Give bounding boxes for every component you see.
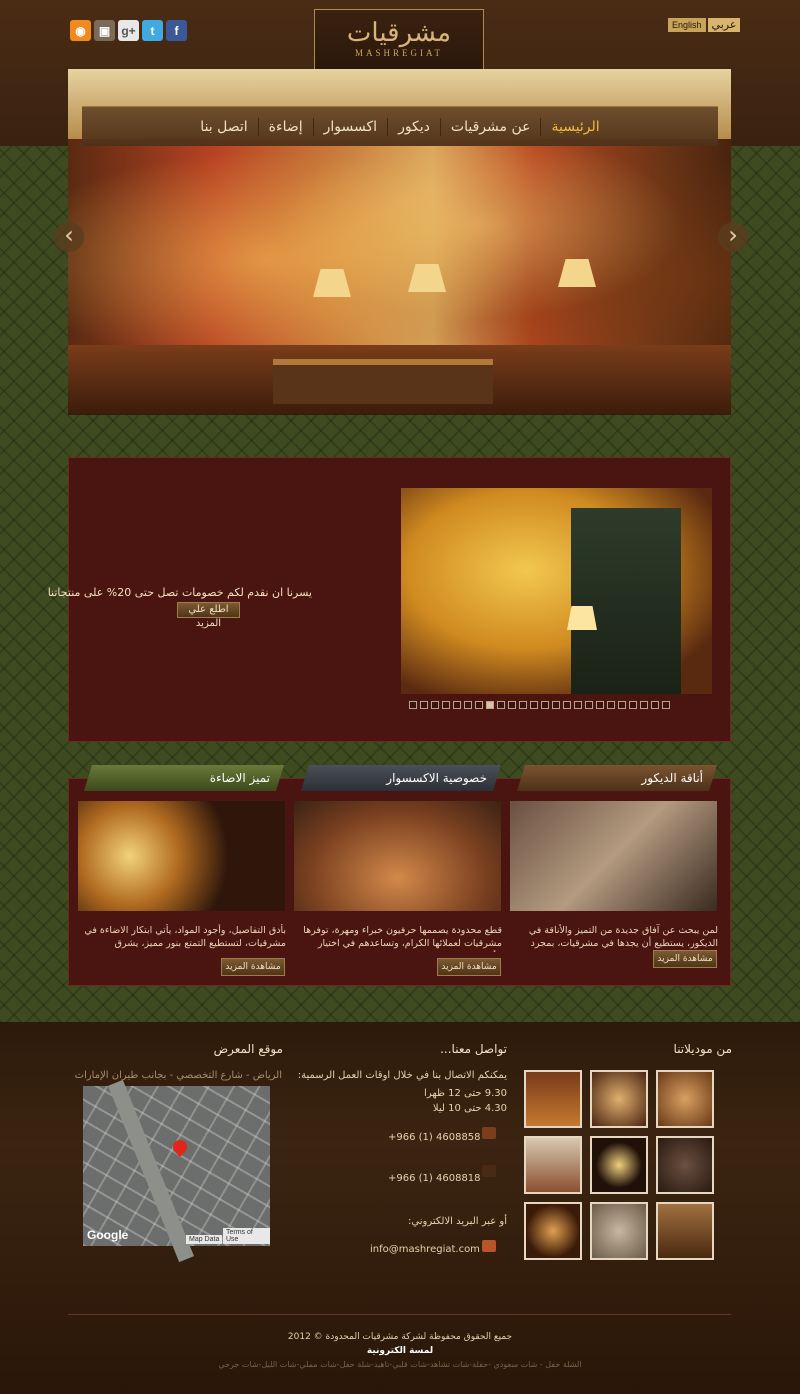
slider-dot[interactable] [618, 701, 626, 709]
feature-more-button-accessories[interactable]: مشاهدة المزيد [437, 958, 501, 976]
nav-accessories[interactable]: اكسسوار [312, 117, 387, 136]
promo-image [401, 488, 712, 694]
contact-title: تواصل معنا... [440, 1042, 507, 1056]
phone-icon [482, 1127, 496, 1139]
gallery-thumb[interactable] [590, 1070, 648, 1128]
slider-dot[interactable] [607, 701, 615, 709]
feature-text-accessories: قطع محدودة يصممها حرفيون خبراء ومهرة، تو… [303, 925, 502, 952]
slider-dot[interactable] [574, 701, 582, 709]
map-pin-icon [170, 1137, 190, 1157]
email-icon [482, 1240, 496, 1252]
feature-more-button-decor[interactable]: مشاهدة المزيد [653, 950, 717, 968]
slider-dot[interactable] [563, 701, 571, 709]
slider-prev-button[interactable]: ‹ [54, 222, 84, 252]
slider-dot[interactable] [497, 701, 505, 709]
promo-text: يسرنا ان نقدم لكم خصومات تصل حتى 20% على… [47, 586, 312, 599]
promo-panel: يسرنا ان نقدم لكم خصومات تصل حتى 20% على… [48, 457, 731, 742]
models-title: من موديلاتنا [673, 1042, 732, 1056]
nav-home[interactable]: الرئيسية [540, 117, 609, 136]
instagram-icon[interactable]: ▣ [94, 20, 115, 41]
feature-text-decor: لمن يبحث عن آفاق جديدة من التميز والأناق… [528, 925, 718, 952]
slider-dot[interactable] [662, 701, 670, 709]
feature-tab-decor[interactable]: أناقة الديكور [517, 765, 717, 791]
slider-dot[interactable] [541, 701, 549, 709]
feature-more-button-lighting[interactable]: مشاهدة المزيد [221, 958, 285, 976]
gallery-thumb[interactable] [656, 1202, 714, 1260]
copyright: جميع الحقوق محفوظة لشركة مشرقيات المحدود… [287, 1332, 513, 1342]
fax-icon [482, 1165, 496, 1177]
slider-dot[interactable] [585, 701, 593, 709]
logo[interactable]: مشرقيات MASHREGIAT [314, 9, 484, 71]
lang-arabic[interactable]: عربي [707, 18, 741, 32]
footer-divider [68, 1314, 731, 1315]
feature-tab-accessories[interactable]: خصوصية الاكسسوار [301, 765, 501, 791]
slider-dot[interactable] [629, 701, 637, 709]
slider-dots [409, 701, 670, 709]
lang-english[interactable]: English [668, 18, 706, 32]
location-title: موقع المعرض [213, 1042, 283, 1056]
language-switcher: English عربي [668, 18, 741, 32]
gallery-thumb[interactable] [590, 1136, 648, 1194]
social-links: ◉ ▣ g+ t f [70, 20, 187, 41]
slider-dot[interactable] [431, 701, 439, 709]
google-plus-icon[interactable]: g+ [118, 20, 139, 41]
feature-tab-lighting[interactable]: تميز الاضاءة [84, 765, 284, 791]
phone-number-2[interactable]: +966 (1) 4608818 [388, 1173, 481, 1184]
slider-dot[interactable] [420, 701, 428, 709]
gallery-thumb[interactable] [524, 1136, 582, 1194]
map-data-link[interactable]: Map Data [186, 1235, 223, 1244]
nav-about[interactable]: عن مشرقيات [439, 117, 541, 136]
email-address[interactable]: info@mashregiat.com [370, 1244, 480, 1255]
slider-dot[interactable] [453, 701, 461, 709]
slider-dot[interactable] [464, 701, 472, 709]
feature-image-accessories[interactable] [294, 801, 501, 911]
designer-brand[interactable]: لمسة الكترونية [0, 1346, 800, 1356]
gallery-thumb[interactable] [590, 1202, 648, 1260]
slider-dot[interactable] [442, 701, 450, 709]
address: الرياض - شارع التخصصي - بجانب طيران الإم… [74, 1070, 282, 1081]
slider-dot[interactable] [596, 701, 604, 709]
nav-contact[interactable]: اتصل بنا [190, 118, 257, 136]
slider-dot[interactable] [552, 701, 560, 709]
logo-arabic: مشرقيات [346, 18, 452, 48]
gallery-thumb[interactable] [656, 1136, 714, 1194]
slider-dot[interactable] [508, 701, 516, 709]
hours-morning: 9.30 حتى 12 ظهرا [424, 1088, 507, 1099]
google-logo: Google [87, 1228, 129, 1242]
slider-dot[interactable] [530, 701, 538, 709]
slider-dot[interactable] [651, 701, 659, 709]
contact-intro: يمكنكم الاتصال بنا في خلال اوقات العمل ا… [297, 1070, 507, 1081]
footer-tags: الشلة حفل - شات سعودي -حفلة-شات تشاهد-شا… [218, 1360, 582, 1369]
slider-dot[interactable] [519, 701, 527, 709]
main-nav: الرئيسية عن مشرقيات ديكور اكسسوار إضاءة … [82, 106, 718, 146]
twitter-icon[interactable]: t [142, 20, 163, 41]
gallery-thumb[interactable] [524, 1202, 582, 1260]
terms-link[interactable]: Terms of Use [223, 1228, 270, 1244]
facebook-icon[interactable]: f [166, 20, 187, 41]
gallery-thumb[interactable] [524, 1070, 582, 1128]
slider-next-button[interactable]: › [718, 222, 748, 252]
feature-image-lighting[interactable] [78, 801, 285, 911]
gallery-thumb[interactable] [656, 1070, 714, 1128]
slider-dot[interactable] [475, 701, 483, 709]
phone-number-1[interactable]: +966 (1) 4608858 [388, 1132, 481, 1143]
promo-more-button[interactable]: اطلع علي المزيد [177, 602, 240, 629]
slider-dot[interactable] [486, 701, 494, 709]
slider-dot[interactable] [640, 701, 648, 709]
hours-evening: 4.30 حتى 10 ليلا [432, 1103, 507, 1114]
logo-english: MASHREGIAT [354, 48, 443, 58]
email-label: أو عبر البريد الالكتروني: [408, 1216, 507, 1227]
rss-icon[interactable]: ◉ [70, 20, 91, 41]
feature-text-lighting: بأدق التفاصيل، وأجود المواد، يأتي ابتكار… [84, 925, 286, 952]
nav-lighting[interactable]: إضاءة [257, 117, 313, 136]
location-map[interactable]: Google Map Data Terms of Use [83, 1079, 270, 1263]
nav-decor[interactable]: ديكور [387, 117, 440, 136]
slider-dot[interactable] [409, 701, 417, 709]
models-gallery [524, 1070, 714, 1260]
feature-image-decor[interactable] [510, 801, 717, 911]
